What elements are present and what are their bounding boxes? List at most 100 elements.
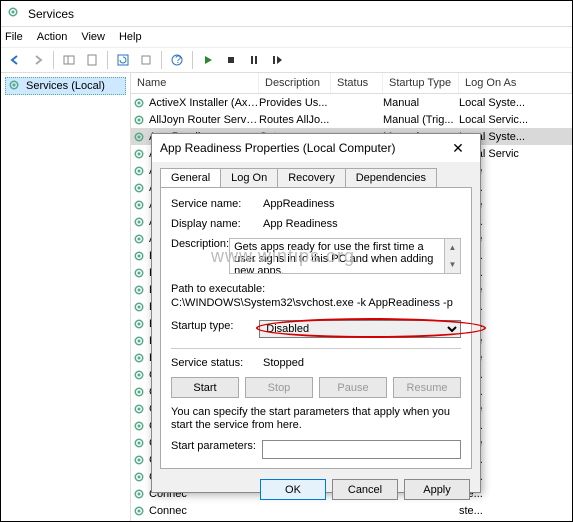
col-status[interactable]: Status [331, 73, 383, 93]
gear-icon [131, 471, 147, 483]
menu-help[interactable]: Help [119, 31, 142, 43]
gear-icon [131, 420, 147, 432]
toolbar: ? [1, 47, 572, 73]
help-button[interactable]: ? [167, 50, 187, 70]
window-title: Services [28, 7, 74, 21]
value-path: C:\WINDOWS\System32\svchost.exe -k AppRe… [171, 296, 461, 310]
col-name[interactable]: Name [131, 73, 259, 93]
label-service-status: Service status: [171, 357, 263, 369]
menubar: File Action View Help [1, 27, 572, 47]
properties-dialog: App Readiness Properties (Local Computer… [151, 133, 481, 493]
tree-node-services-local[interactable]: Services (Local) [5, 77, 126, 95]
tab-body-general: Service name: AppReadiness Display name:… [160, 187, 472, 469]
gear-icon [131, 131, 147, 143]
properties-button[interactable] [82, 50, 102, 70]
service-row[interactable]: Contacste... [131, 519, 572, 521]
dialog-titlebar: App Readiness Properties (Local Computer… [152, 134, 480, 162]
tree-pane: Services (Local) [1, 73, 131, 521]
gear-icon [131, 488, 147, 500]
gear-icon [131, 505, 147, 517]
col-logon[interactable]: Log On As [459, 73, 572, 93]
gear-icon [131, 369, 147, 381]
value-service-name: AppReadiness [263, 198, 461, 210]
resume-button: Resume [393, 377, 461, 398]
restart-button[interactable] [267, 50, 287, 70]
export-button[interactable] [136, 50, 156, 70]
cell-description: Routes AllJo... [259, 114, 331, 126]
col-description[interactable]: Description [259, 73, 331, 93]
label-display-name: Display name: [171, 218, 263, 230]
tab-logon[interactable]: Log On [220, 168, 278, 187]
label-start-params: Start parameters: [171, 440, 262, 452]
back-button[interactable] [5, 50, 25, 70]
label-startup-type: Startup type: [171, 320, 259, 332]
cell-startup: Manual [383, 97, 459, 109]
menu-file[interactable]: File [5, 31, 23, 43]
startup-type-select[interactable]: Disabled [259, 320, 461, 338]
service-row[interactable]: AllJoyn Router ServiceRoutes AllJo... Man… [131, 111, 572, 128]
cancel-button[interactable]: Cancel [332, 479, 398, 500]
value-display-name: App Readiness [263, 218, 461, 230]
description-box: Gets apps ready for use the first time a… [229, 238, 445, 274]
services-icon [7, 6, 23, 22]
gear-icon [131, 284, 147, 296]
tab-recovery[interactable]: Recovery [277, 168, 345, 187]
gear-icon [131, 199, 147, 211]
refresh-button[interactable] [113, 50, 133, 70]
gear-icon [131, 250, 147, 262]
gear-icon [131, 301, 147, 313]
label-service-name: Service name: [171, 198, 263, 210]
list-header: Name Description Status Startup Type Log… [131, 73, 572, 94]
gear-icon [131, 352, 147, 364]
separator [171, 348, 461, 349]
gear-icon [131, 437, 147, 449]
dialog-title: App Readiness Properties (Local Computer… [160, 141, 444, 155]
cell-name: ActiveX Installer (AxInstSV) [147, 97, 259, 109]
gear-icon [131, 216, 147, 228]
pause-button[interactable] [244, 50, 264, 70]
play-button[interactable] [198, 50, 218, 70]
col-startup[interactable]: Startup Type [383, 73, 459, 93]
pause-button: Pause [319, 377, 387, 398]
start-parameters-input[interactable] [262, 440, 461, 459]
description-scrollbar[interactable]: ▲▼ [445, 238, 461, 274]
cell-description: Provides Us... [259, 97, 331, 109]
dialog-tabs: General Log On Recovery Dependencies [160, 168, 472, 187]
window-titlebar: Services [1, 1, 572, 27]
gear-icon [131, 267, 147, 279]
cell-logon: Local Syste... [459, 97, 572, 109]
service-row[interactable]: ActiveX Installer (AxInstSV)Provides Us.… [131, 94, 572, 111]
cell-logon: Local Servic... [459, 114, 572, 126]
dialog-button-row: OK Cancel Apply [152, 475, 480, 508]
gear-icon [131, 148, 147, 160]
label-path: Path to executable: [171, 282, 461, 296]
tree-node-label: Services (Local) [26, 80, 105, 92]
gear-icon [131, 97, 147, 109]
cell-name: AllJoyn Router Service [147, 114, 259, 126]
cell-startup: Manual (Trig... [383, 114, 459, 126]
ok-button[interactable]: OK [260, 479, 326, 500]
gear-icon [131, 386, 147, 398]
gear-icon [131, 182, 147, 194]
menu-view[interactable]: View [81, 31, 105, 43]
start-button[interactable]: Start [171, 377, 239, 398]
menu-action[interactable]: Action [37, 31, 68, 43]
gear-icon [131, 403, 147, 415]
tab-dependencies[interactable]: Dependencies [345, 168, 437, 187]
apply-button[interactable]: Apply [404, 479, 470, 500]
gear-icon [131, 335, 147, 347]
gear-icon [131, 233, 147, 245]
stop-button: Stop [245, 377, 313, 398]
gear-icon [131, 165, 147, 177]
gear-icon [131, 318, 147, 330]
services-icon [8, 79, 22, 93]
gear-icon [131, 114, 147, 126]
close-icon[interactable]: ✕ [444, 140, 472, 157]
label-description: Description: [171, 238, 229, 250]
stop-button[interactable] [221, 50, 241, 70]
show-hide-button[interactable] [59, 50, 79, 70]
value-service-status: Stopped [263, 357, 461, 369]
forward-button[interactable] [28, 50, 48, 70]
svg-text:?: ? [175, 54, 181, 66]
tab-general[interactable]: General [160, 168, 221, 187]
